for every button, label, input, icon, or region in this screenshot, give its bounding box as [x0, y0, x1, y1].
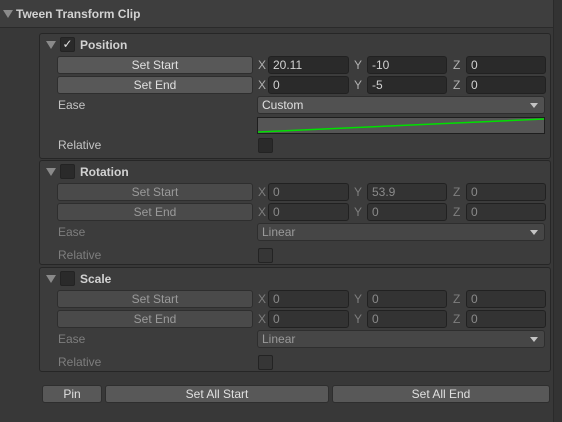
axis-label-y: Y — [354, 185, 363, 199]
section-rotation: Rotation Set Start X 0Y 53.9 Z 0 Set End X 0Y… — [39, 160, 551, 265]
ease-dropdown[interactable]: Custom — [257, 96, 545, 114]
axis-label-x: X — [258, 292, 267, 306]
ease-label: Ease — [58, 98, 86, 112]
ease-value: Linear — [262, 225, 296, 239]
axis-label-x: X — [258, 58, 267, 72]
set-end-button[interactable]: Set End — [57, 76, 253, 94]
enable-checkbox[interactable] — [60, 164, 75, 179]
end-y-field[interactable]: 0 — [367, 203, 447, 221]
foldout-triangle-icon[interactable] — [46, 41, 56, 49]
axis-label-x: X — [258, 205, 267, 219]
set-all-end-button[interactable]: Set All End — [332, 385, 550, 403]
set-start-button[interactable]: Set Start — [57, 56, 253, 74]
start-z-field[interactable]: 0 — [466, 56, 546, 74]
axis-label-x: X — [258, 312, 267, 326]
end-y-field[interactable]: -5 — [367, 76, 447, 94]
end-z-field[interactable]: 0 — [466, 76, 546, 94]
set-all-start-button[interactable]: Set All Start — [105, 385, 329, 403]
axis-label-y: Y — [354, 205, 363, 219]
axis-label-z: Z — [453, 185, 461, 199]
dropdown-arrow-icon — [530, 103, 538, 108]
end-x-field[interactable]: 0 — [268, 310, 349, 328]
start-x-field[interactable]: 0 — [268, 290, 349, 308]
axis-label-z: Z — [453, 312, 461, 326]
foldout-triangle-icon[interactable] — [3, 10, 13, 18]
axis-label-x: X — [258, 185, 267, 199]
axis-label-z: Z — [453, 205, 461, 219]
section-title: Rotation — [80, 165, 129, 179]
set-end-button[interactable]: Set End — [57, 310, 253, 328]
start-z-field[interactable]: 0 — [466, 183, 546, 201]
set-start-button[interactable]: Set Start — [57, 290, 253, 308]
relative-checkbox[interactable] — [258, 355, 273, 370]
axis-label-y: Y — [354, 58, 363, 72]
end-x-field[interactable]: 0 — [268, 76, 349, 94]
end-x-field[interactable]: 0 — [268, 203, 349, 221]
ease-label: Ease — [58, 332, 86, 346]
section-position: ✓ Position Set Start X 20.11 Y -10 Z 0 Set En… — [39, 33, 551, 159]
relative-label: Relative — [58, 355, 102, 369]
start-x-field[interactable]: 20.11 — [268, 56, 349, 74]
end-y-field[interactable]: 0 — [367, 310, 447, 328]
axis-label-y: Y — [354, 312, 363, 326]
ease-dropdown[interactable]: Linear — [257, 223, 545, 241]
set-end-button[interactable]: Set End — [57, 203, 253, 221]
dropdown-arrow-icon — [530, 230, 538, 235]
start-x-field[interactable]: 0 — [268, 183, 349, 201]
component-title: Tween Transform Clip — [16, 7, 141, 21]
axis-label-y: Y — [354, 292, 363, 306]
enable-checkbox[interactable] — [60, 271, 75, 286]
section-title: Position — [80, 38, 128, 52]
section-title: Scale — [80, 272, 112, 286]
axis-label-x: X — [258, 78, 267, 92]
end-z-field[interactable]: 0 — [466, 310, 546, 328]
relative-checkbox[interactable] — [258, 138, 273, 153]
foldout-triangle-icon[interactable] — [46, 168, 56, 176]
relative-label: Relative — [58, 248, 102, 262]
component-header[interactable]: Tween Transform Clip — [0, 0, 553, 28]
ease-value: Custom — [262, 98, 304, 112]
start-z-field[interactable]: 0 — [466, 290, 546, 308]
enable-checkbox[interactable]: ✓ — [60, 37, 75, 52]
dropdown-arrow-icon — [530, 337, 538, 342]
axis-label-z: Z — [453, 78, 461, 92]
relative-checkbox[interactable] — [258, 248, 273, 263]
start-y-field[interactable]: 0 — [367, 290, 447, 308]
section-scale: Scale Set Start X 0Y 0Z 0 Set End X 0Y 0Z 0E… — [39, 267, 551, 372]
foldout-triangle-icon[interactable] — [46, 275, 56, 283]
relative-label: Relative — [58, 138, 102, 152]
ease-label: Ease — [58, 225, 86, 239]
end-z-field[interactable]: 0 — [466, 203, 546, 221]
pin-button[interactable]: Pin — [42, 385, 102, 403]
axis-label-y: Y — [354, 78, 363, 92]
start-y-field[interactable]: 53.9 — [367, 183, 447, 201]
scrollbar[interactable] — [553, 0, 562, 422]
ease-value: Linear — [262, 332, 296, 346]
axis-label-z: Z — [453, 292, 461, 306]
start-y-field[interactable]: -10 — [367, 56, 447, 74]
ease-dropdown[interactable]: Linear — [257, 330, 545, 348]
ease-curve-field[interactable] — [257, 117, 545, 135]
checkmark-icon: ✓ — [62, 37, 73, 51]
axis-label-z: Z — [453, 58, 461, 72]
set-start-button[interactable]: Set Start — [57, 183, 253, 201]
